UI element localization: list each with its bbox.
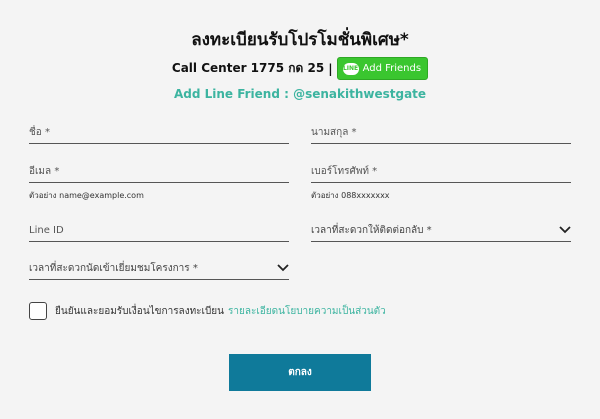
chevron-down-icon	[559, 226, 571, 234]
phone-input[interactable]	[311, 160, 571, 182]
call-center-text: Call Center 1775 กด 25	[171, 61, 325, 75]
line-id-input[interactable]	[29, 219, 289, 241]
first-name-input[interactable]	[29, 121, 289, 143]
submit-button[interactable]: ตกลง	[229, 354, 371, 391]
phone-hint: ตัวอย่าง 088xxxxxxx	[311, 191, 390, 200]
last-name-input[interactable]	[311, 121, 571, 143]
privacy-policy-link[interactable]: รายละเอียดนโยบายความเป็นส่วนตัว	[228, 304, 386, 319]
add-line-friend-link[interactable]: Add Line Friend : @senakithwestgate	[0, 87, 600, 101]
page-title: ลงทะเบียนรับโปรโมชั่นพิเศษ*	[191, 30, 409, 50]
last-name-field[interactable]	[311, 121, 571, 144]
phone-field[interactable]	[311, 160, 571, 183]
contact-time-label: เวลาที่สะดวกให้ติดต่อกลับ *	[311, 224, 432, 236]
visit-time-select[interactable]: เวลาที่สะดวกนัดเข้าเยี่ยมชมโครงการ *	[29, 257, 289, 280]
line-logo-icon: LINE	[342, 62, 359, 75]
email-input[interactable]	[29, 160, 289, 182]
line-id-field[interactable]	[29, 219, 289, 242]
line-add-friends-button[interactable]: LINE Add Friends	[336, 57, 429, 80]
call-center-row: Call Center 1775 กด 25 | LINE Add Friend…	[0, 57, 600, 80]
separator: |	[328, 61, 333, 76]
consent-row: ยืนยันและยอมรับเงื่อนไขการลงทะเบียน รายล…	[29, 302, 386, 320]
consent-checkbox[interactable]	[29, 302, 47, 320]
email-hint: ตัวอย่าง name@example.com	[29, 191, 144, 200]
consent-text: ยืนยันและยอมรับเงื่อนไขการลงทะเบียน	[55, 305, 224, 317]
first-name-field[interactable]	[29, 121, 289, 144]
contact-time-select[interactable]: เวลาที่สะดวกให้ติดต่อกลับ *	[311, 219, 571, 242]
email-field[interactable]	[29, 160, 289, 183]
visit-time-label: เวลาที่สะดวกนัดเข้าเยี่ยมชมโครงการ *	[29, 262, 198, 274]
chevron-down-icon	[277, 264, 289, 272]
line-add-friends-label: Add Friends	[362, 63, 422, 74]
